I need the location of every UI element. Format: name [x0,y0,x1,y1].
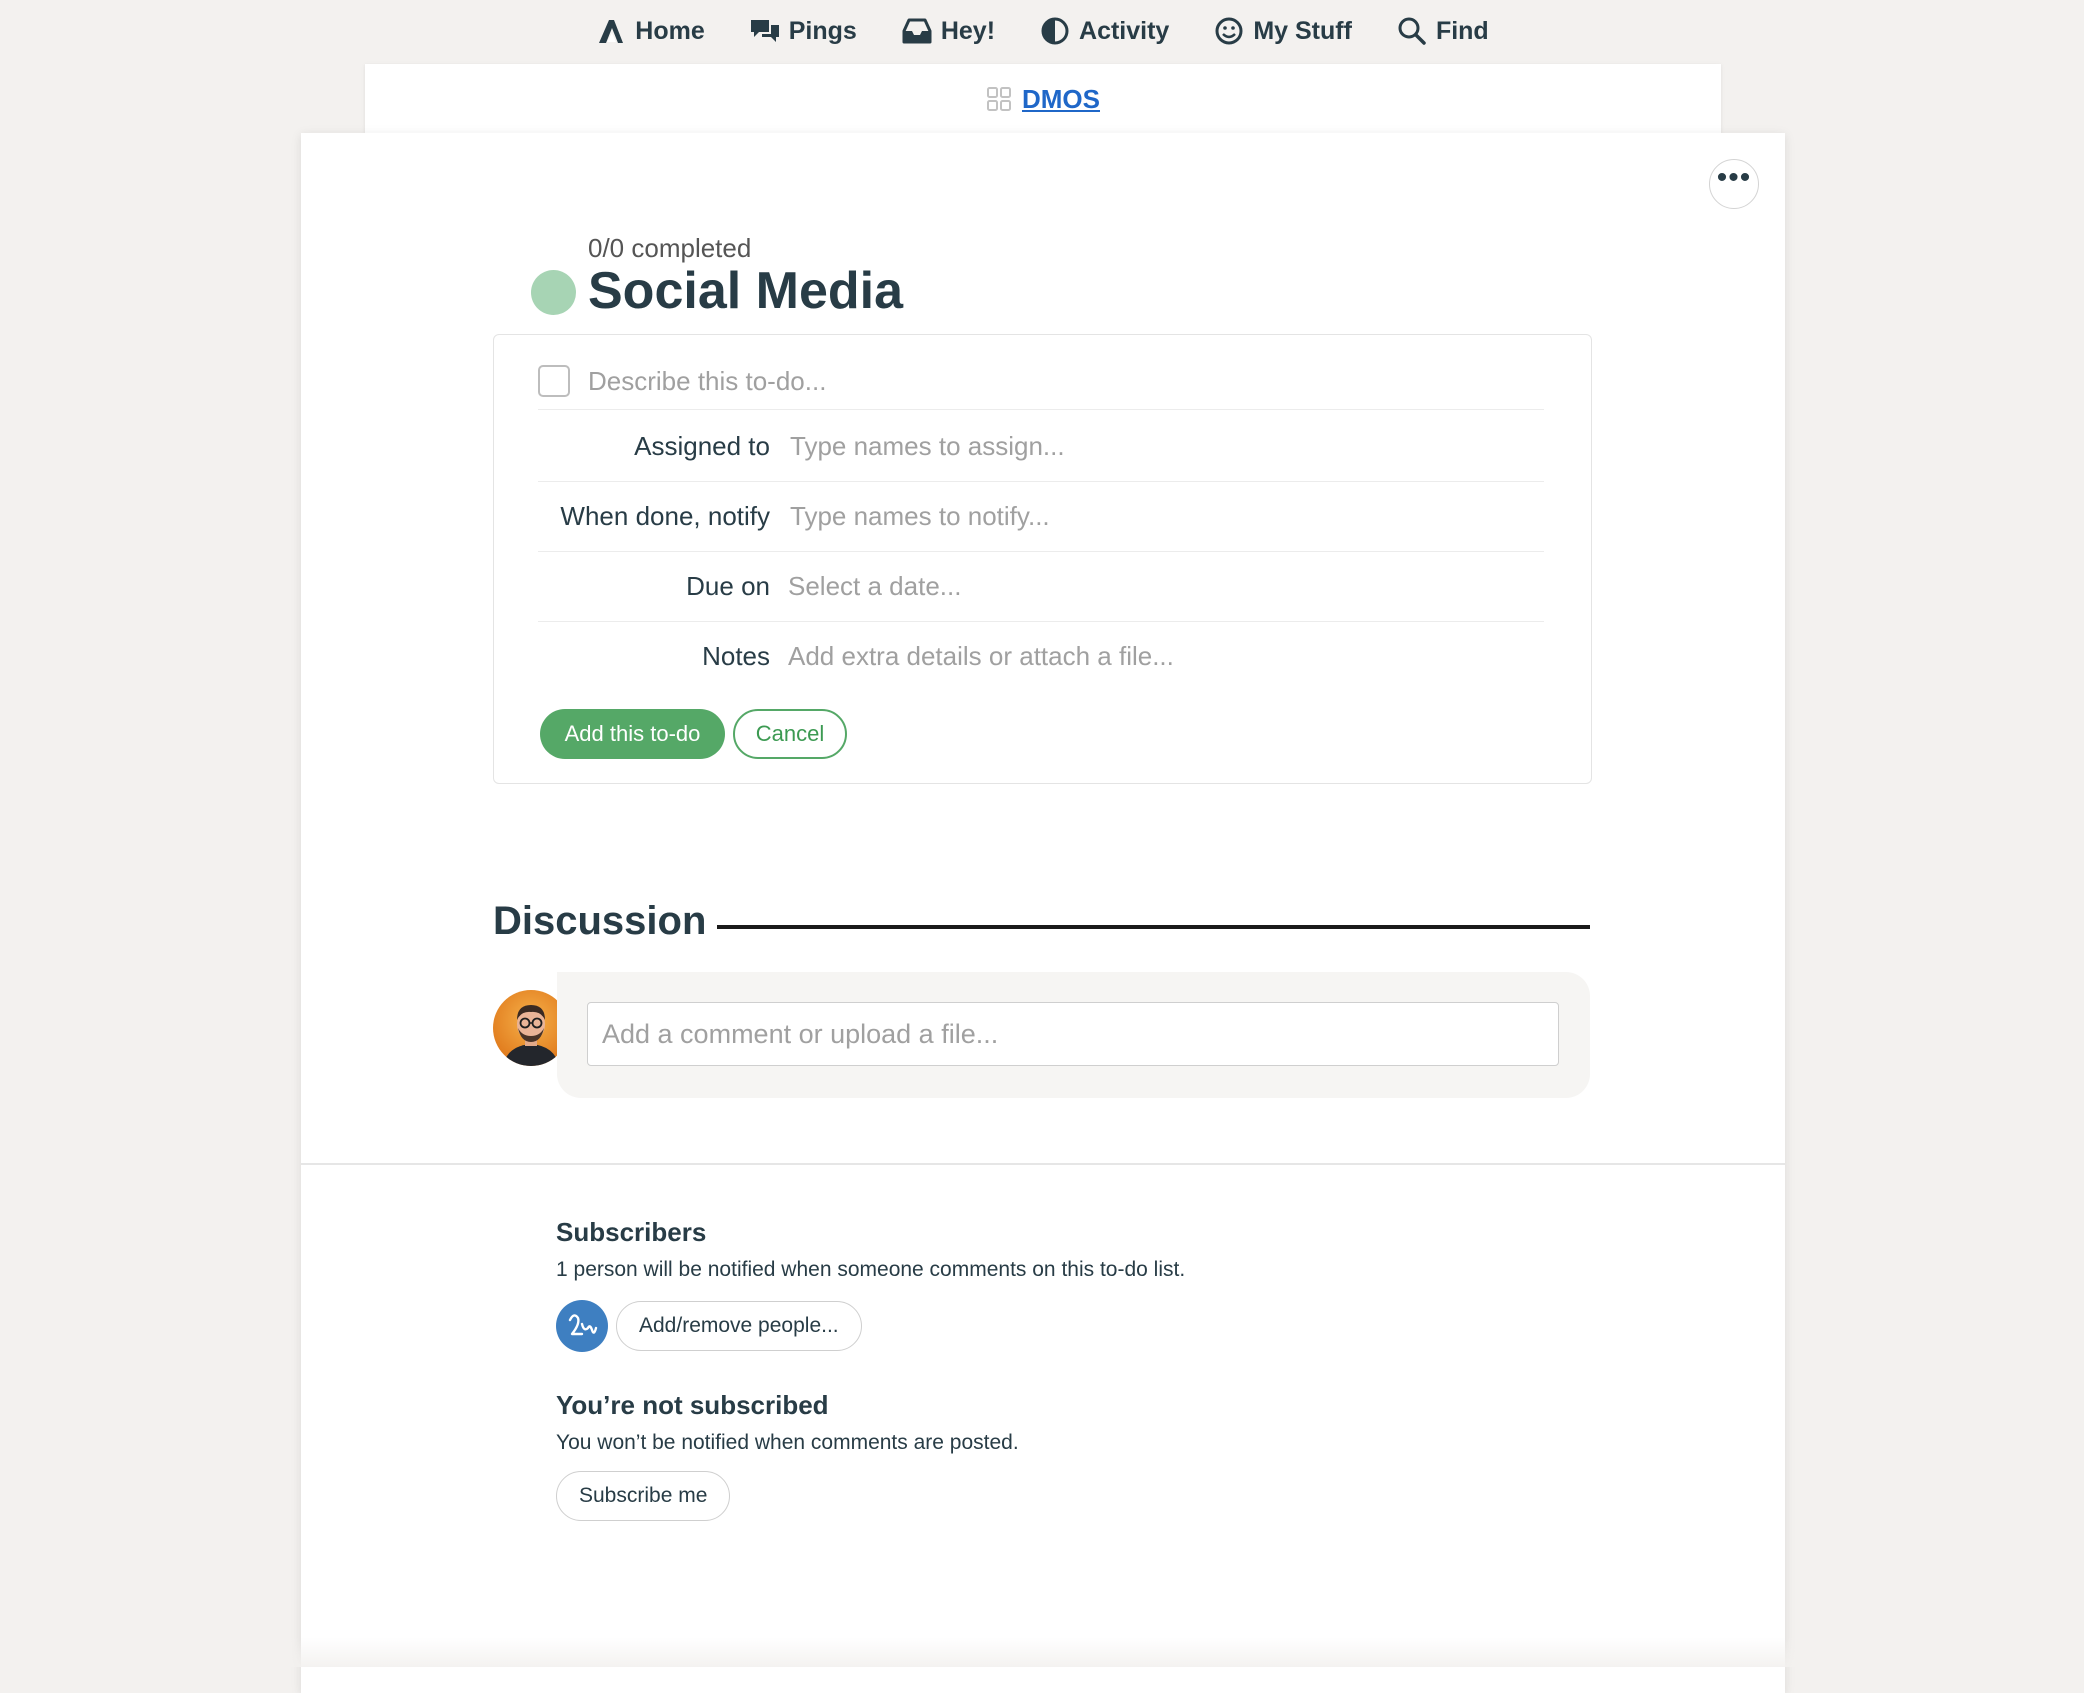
nav-pings[interactable]: Pings [749,15,857,47]
status-dot-icon [531,270,576,315]
notify-label: When done, notify [560,500,770,531]
subscription-section: You’re not subscribed You won’t be notif… [556,1390,1019,1521]
bottom-fade [0,1637,2084,1667]
add-todo-button[interactable]: Add this to-do [540,709,725,759]
ellipsis-icon: ••• [1716,161,1752,194]
subscription-description: You won’t be notified when comments are … [556,1431,1019,1454]
subscribers-heading: Subscribers [556,1217,707,1247]
subscriber-avatar[interactable] [556,1300,608,1352]
my-stuff-icon [1215,17,1243,45]
nav-activity-label: Activity [1079,16,1170,45]
home-icon [599,20,624,43]
nav-pings-label: Pings [788,16,857,45]
section-divider [301,1163,1785,1165]
nav-activity[interactable]: Activity [1039,15,1169,47]
page-title: Social Media [588,262,903,320]
subscription-actions: Subscribe me [556,1471,1019,1521]
subscriber-initials-icon [568,1314,598,1336]
subscription-heading: You’re not subscribed [556,1390,829,1420]
due-date-input[interactable] [786,569,1490,603]
due-row: Due on [538,551,1544,622]
todo-description-input[interactable] [586,364,1490,398]
cancel-button[interactable]: Cancel [733,709,847,759]
add-remove-people-button[interactable]: Add/remove people... [616,1301,862,1351]
assigned-input[interactable] [788,429,1492,463]
comment-input[interactable] [587,1002,1559,1066]
search-icon [1398,17,1426,45]
notes-label: Notes [702,640,770,671]
notes-input[interactable] [786,639,1490,673]
nav-find[interactable]: Find [1396,15,1489,47]
due-label: Due on [686,570,770,601]
project-header: DMOS [365,64,1721,134]
assigned-row: Assigned to [538,411,1544,482]
grid-icon [987,87,1011,111]
new-todo-form: Assigned to When done, notify Due on Not… [493,334,1592,784]
todo-checkbox[interactable] [538,365,570,397]
nav-hey[interactable]: Hey! [901,15,995,47]
hey-icon [902,18,932,44]
assigned-label: Assigned to [634,430,770,461]
nav-home-label: Home [635,16,705,45]
subscribers-section: Subscribers 1 person will be notified wh… [556,1217,1185,1352]
subscribers-description: 1 person will be notified when someone c… [556,1258,1186,1281]
nav-hey-label: Hey! [940,16,996,45]
more-options-button[interactable]: ••• [1709,159,1759,209]
discussion-divider [717,925,1590,929]
todo-description-row [538,353,1544,410]
comment-composer [557,972,1590,1098]
discussion-heading: Discussion [493,899,707,943]
notify-row: When done, notify [538,481,1544,552]
nav-find-label: Find [1435,16,1489,45]
pings-icon [750,20,779,42]
subscribers-actions: Add/remove people... [556,1300,1185,1352]
todolist-card: ••• 0/0 completed Social Media Assigned … [301,133,1785,1693]
nav-home[interactable]: Home [595,15,705,47]
notify-input[interactable] [788,499,1492,533]
project-link[interactable]: DMOS [1022,84,1100,115]
subscribe-me-button[interactable]: Subscribe me [556,1471,731,1521]
nav-my-stuff-label: My Stuff [1253,16,1352,45]
nav-my-stuff[interactable]: My Stuff [1213,15,1352,47]
activity-icon [1041,17,1069,45]
notes-row: Notes [538,621,1544,691]
top-navigation: Home Pings Hey! Activity My Stuff Find [0,0,2084,62]
completed-count: 0/0 completed [588,233,752,263]
